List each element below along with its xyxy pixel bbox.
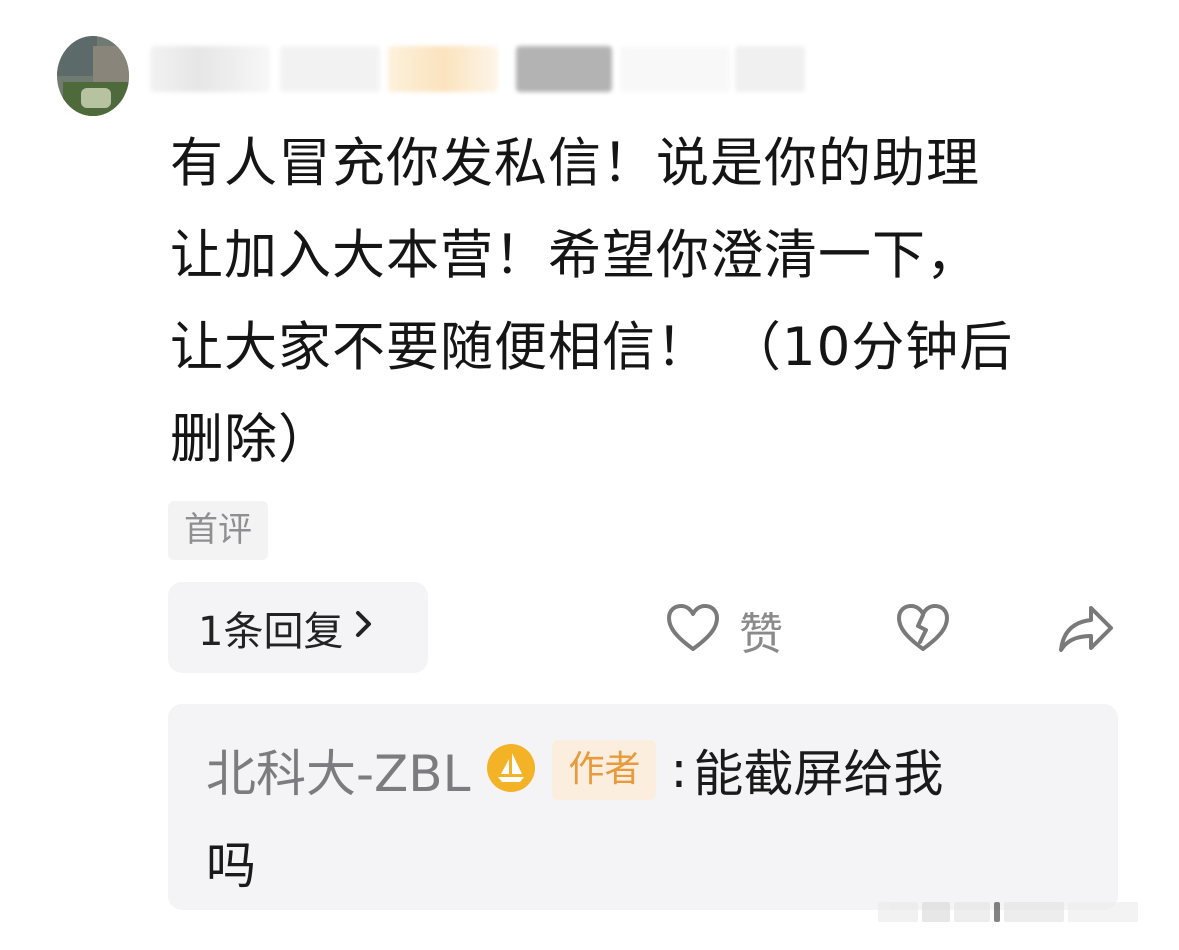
blurred-meta <box>735 46 805 92</box>
dislike-button[interactable] <box>895 600 951 660</box>
blurred-badge <box>388 46 498 92</box>
share-arrow-icon <box>1057 602 1115 658</box>
share-button[interactable] <box>1057 600 1115 660</box>
reply-header: 北科大-ZBL 作者 : 能截屏给我 <box>206 740 943 803</box>
blurred-meta <box>620 46 730 92</box>
author-tag: 作者 <box>552 740 657 800</box>
comment-text: 有人冒充你发私信！说是你的助理 让加入大本营！希望你澄清一下， 让大家不要随便相… <box>170 133 1014 470</box>
blurred-username <box>280 46 380 92</box>
gold-sailboat-badge-icon <box>470 743 536 797</box>
watermark <box>878 898 1150 926</box>
blurred-badge <box>516 46 612 92</box>
blurred-username[interactable] <box>150 46 270 92</box>
broken-heart-icon <box>895 602 951 658</box>
user-avatar[interactable] <box>57 36 129 116</box>
reply-author-name[interactable]: 北科大-ZBL <box>206 734 470 806</box>
heart-outline-icon <box>665 602 721 658</box>
chevron-right-icon <box>353 608 375 648</box>
reply-colon: : <box>670 741 688 799</box>
reply-content-line1: 能截屏给我 <box>693 745 944 803</box>
like-button[interactable]: 赞 <box>665 600 783 660</box>
like-label: 赞 <box>739 609 783 660</box>
reply-preview[interactable]: 北科大-ZBL 作者 : 能截屏给我 吗 <box>168 704 1118 910</box>
view-replies-button[interactable]: 1条回复 <box>168 582 428 673</box>
reply-count-label: 1条回复 <box>198 608 344 655</box>
first-comment-badge: 首评 <box>168 501 268 560</box>
reply-content-line2: 吗 <box>206 837 256 895</box>
